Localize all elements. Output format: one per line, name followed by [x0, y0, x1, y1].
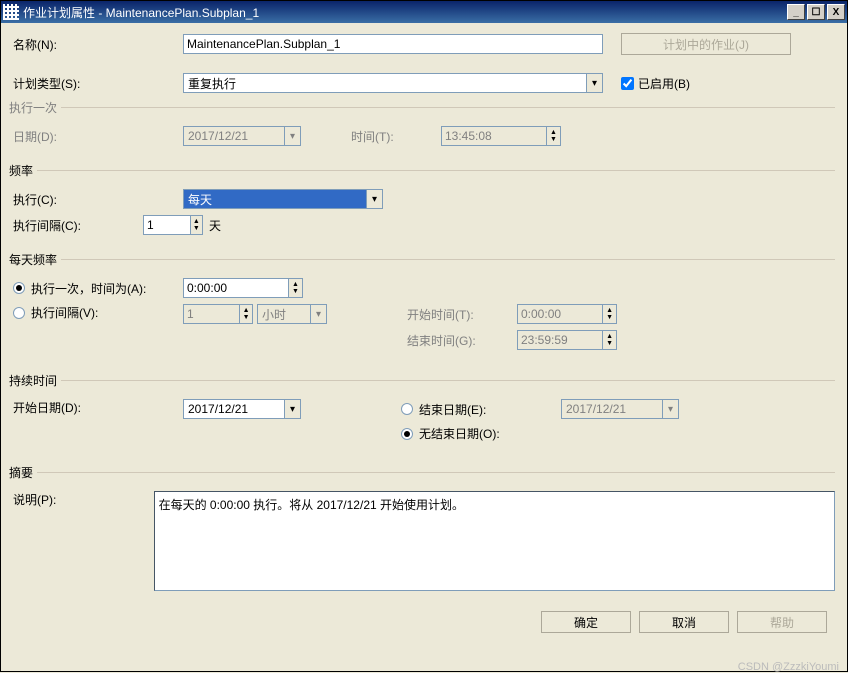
recur-every-label: 执行间隔(C): — [13, 217, 143, 234]
time-label: 时间(T): — [351, 128, 441, 145]
chevron-down-icon — [662, 400, 678, 418]
spinner-icon: ▲▼ — [546, 127, 560, 145]
occurs-label: 执行(C): — [13, 191, 183, 208]
chevron-down-icon[interactable] — [586, 74, 602, 92]
ok-button[interactable]: 确定 — [541, 611, 631, 633]
spinner-icon[interactable]: ▲▼ — [190, 216, 202, 234]
interval-spinner: ▲▼ — [183, 304, 253, 324]
daily-freq-legend: 每天频率 — [9, 251, 61, 268]
start-time-label: 开始时间(T): — [407, 306, 517, 323]
enabled-checkbox[interactable] — [621, 77, 634, 90]
schedule-type-value: 重复执行 — [184, 74, 586, 92]
days-unit-label: 天 — [209, 217, 221, 234]
date-label: 日期(D): — [13, 128, 183, 145]
end-date-label: 结束日期(E): — [419, 401, 486, 418]
onetime-date-picker: 2017/12/21 — [183, 126, 301, 146]
occurs-once-time-spinner[interactable]: ▲▼ — [183, 278, 303, 298]
spinner-icon: ▲▼ — [602, 331, 616, 349]
maximize-button[interactable]: ☐ — [807, 4, 825, 20]
chevron-down-icon[interactable] — [284, 400, 300, 418]
occurs-value: 每天 — [184, 190, 366, 208]
end-date-picker: 2017/12/21 — [561, 399, 679, 419]
start-time-spinner: ▲▼ — [517, 304, 617, 324]
interval-unit-select: 小时 — [257, 304, 327, 324]
end-date-radio[interactable] — [401, 403, 413, 415]
start-date-value: 2017/12/21 — [184, 400, 284, 418]
onetime-time-spinner: ▲▼ — [441, 126, 561, 146]
schedule-type-label: 计划类型(S): — [13, 75, 183, 92]
onetime-date-value: 2017/12/21 — [184, 127, 284, 145]
no-end-date-radio[interactable] — [401, 428, 413, 440]
chevron-down-icon[interactable] — [366, 190, 382, 208]
window-title: 作业计划属性 - MaintenancePlan.Subplan_1 — [23, 4, 787, 21]
schedule-type-select[interactable]: 重复执行 — [183, 73, 603, 93]
duration-legend: 持续时间 — [9, 372, 61, 389]
close-button[interactable]: X — [827, 4, 845, 20]
spinner-icon[interactable]: ▲▼ — [288, 279, 302, 297]
start-date-picker[interactable]: 2017/12/21 — [183, 399, 301, 419]
end-time-spinner: ▲▼ — [517, 330, 617, 350]
recur-every-spinner[interactable]: ▲▼ — [143, 215, 203, 235]
occurs-select[interactable]: 每天 — [183, 189, 383, 209]
spinner-icon: ▲▼ — [239, 305, 252, 323]
no-end-date-label: 无结束日期(O): — [419, 425, 500, 442]
jobs-in-schedule-button[interactable]: 计划中的作业(J) — [621, 33, 791, 55]
name-label: 名称(N): — [13, 36, 183, 53]
onetime-legend: 执行一次 — [9, 99, 61, 116]
occurs-once-label: 执行一次，时间为(A): — [31, 280, 146, 297]
occurs-once-radio[interactable] — [13, 282, 25, 294]
occurs-every-radio[interactable] — [13, 307, 25, 319]
watermark: CSDN @ZzzkiYoumi — [738, 661, 839, 673]
description-label: 说明(P): — [13, 491, 154, 508]
chevron-down-icon — [284, 127, 300, 145]
start-date-label: 开始日期(D): — [13, 399, 183, 416]
cancel-button[interactable]: 取消 — [639, 611, 729, 633]
occurs-every-label: 执行间隔(V): — [31, 304, 98, 321]
app-icon — [3, 4, 19, 20]
spinner-icon: ▲▼ — [602, 305, 616, 323]
description-textarea[interactable] — [154, 491, 835, 591]
help-button[interactable]: 帮助 — [737, 611, 827, 633]
summary-legend: 摘要 — [9, 464, 37, 481]
name-input[interactable] — [183, 34, 603, 54]
enabled-label: 已启用(B) — [638, 75, 690, 92]
frequency-legend: 频率 — [9, 162, 37, 179]
end-date-value: 2017/12/21 — [562, 400, 662, 418]
titlebar: 作业计划属性 - MaintenancePlan.Subplan_1 _ ☐ X — [1, 1, 847, 23]
interval-unit-value: 小时 — [258, 305, 310, 323]
end-time-label: 结束时间(G): — [407, 332, 517, 349]
chevron-down-icon — [310, 305, 326, 323]
minimize-button[interactable]: _ — [787, 4, 805, 20]
